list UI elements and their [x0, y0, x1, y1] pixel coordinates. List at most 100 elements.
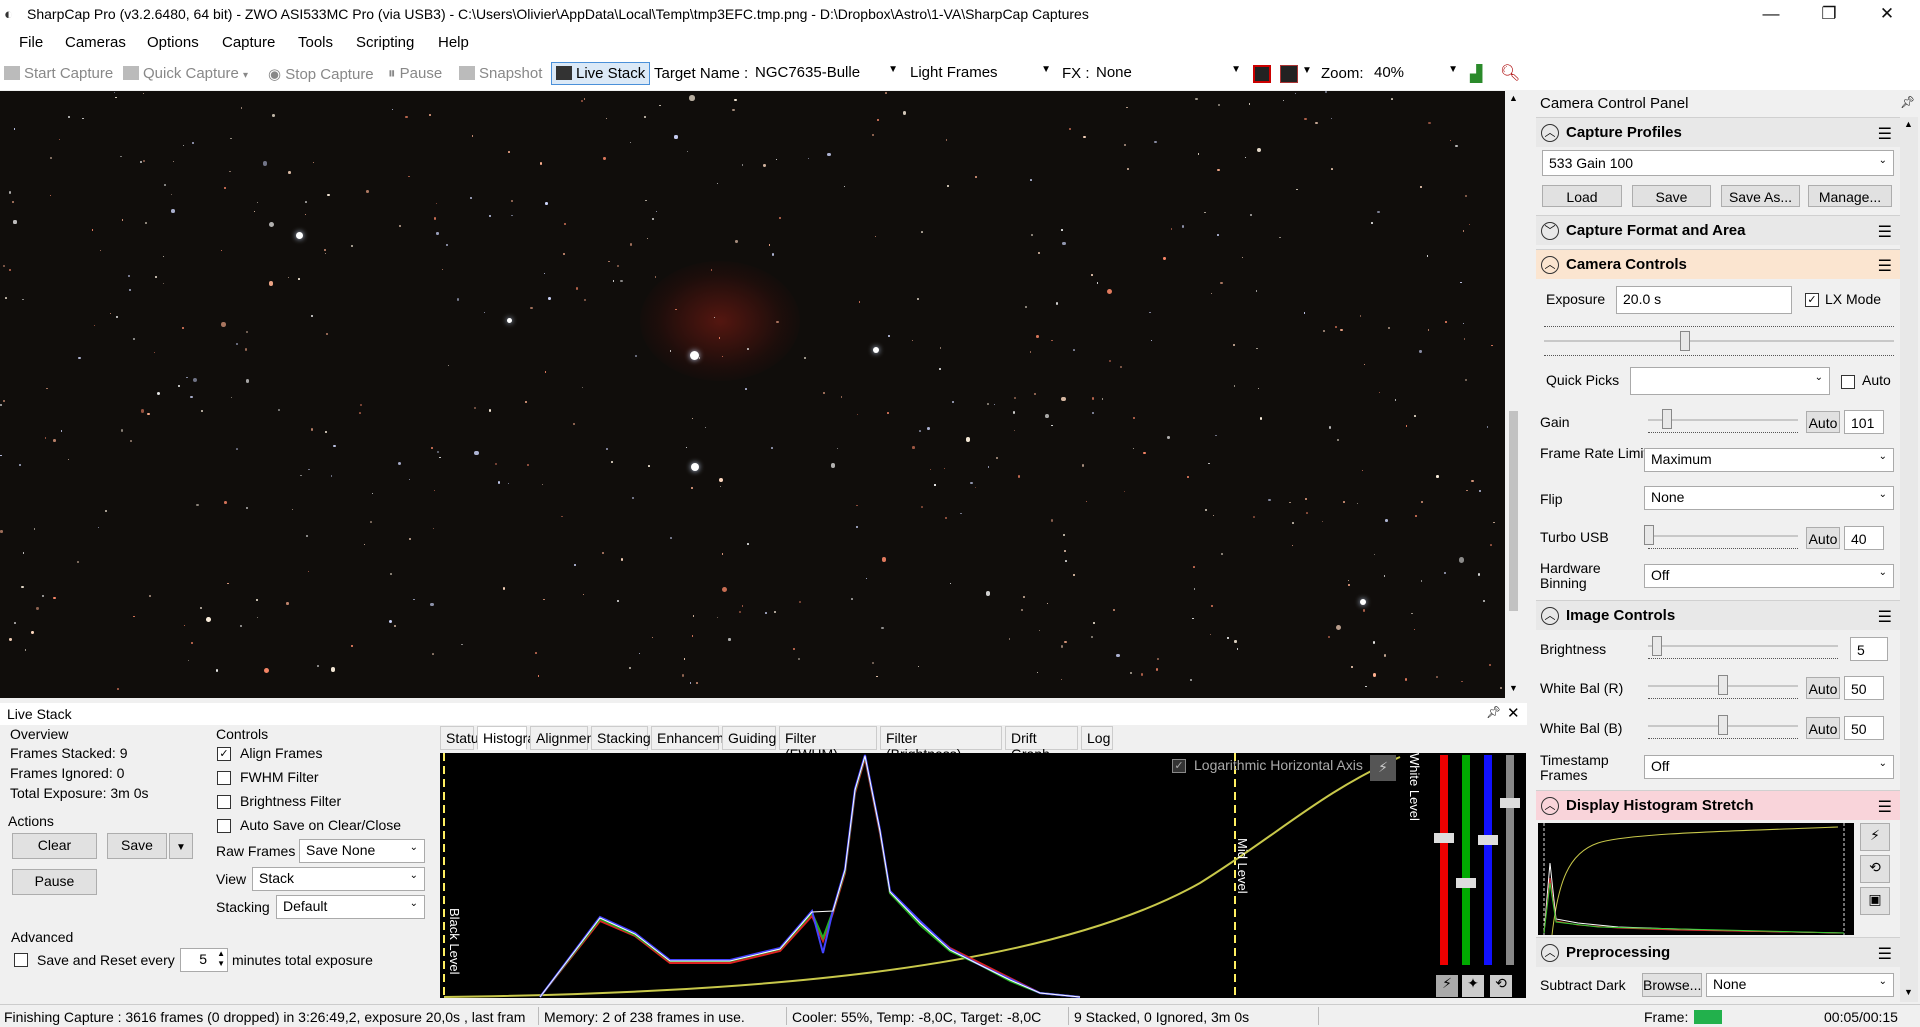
viewer-scrollbar[interactable]: ▲ ▼ — [1505, 91, 1522, 698]
pause-stack-button[interactable]: Pause — [12, 869, 97, 895]
collapse-icon[interactable]: ︿ — [1541, 124, 1559, 142]
menu-options[interactable]: Options — [147, 34, 199, 51]
tab-histogram[interactable]: Histogram — [477, 726, 547, 750]
minimize-button[interactable]: — — [1742, 0, 1800, 30]
lightning-icon[interactable]: ⚡︎ — [1436, 975, 1458, 997]
histogram-icon[interactable]: ▟ — [1470, 64, 1482, 84]
section-display-stretch[interactable]: ︿ Display Histogram Stretch ☰ — [1536, 790, 1900, 820]
menu-help[interactable]: Help — [438, 34, 469, 51]
stop-capture-button[interactable]: ◉ Stop Capture — [268, 65, 374, 83]
turbo-auto-button[interactable]: Auto — [1806, 527, 1840, 549]
reset-stretch-button[interactable]: ⟲ — [1860, 855, 1890, 883]
load-profile-button[interactable]: Load — [1542, 185, 1622, 207]
section-preprocessing[interactable]: ︿ Preprocessing ☰ — [1536, 937, 1900, 967]
tab-enhancement[interactable]: Enhancement — [651, 726, 743, 750]
gain-slider-knob[interactable] — [1662, 409, 1672, 429]
tab-stacking[interactable]: Stacking — [591, 726, 651, 750]
luminance-level-knob[interactable] — [1500, 798, 1520, 808]
wb-r-slider-knob[interactable] — [1718, 675, 1728, 695]
tab-status[interactable]: Status — [440, 726, 486, 750]
luminance-level-bar[interactable] — [1506, 755, 1514, 965]
frame-type-dropdown[interactable]: Light Frames ▼ — [910, 64, 1053, 86]
scroll-down-icon[interactable]: ▼ — [1904, 987, 1913, 997]
green-level-knob[interactable] — [1456, 878, 1476, 888]
menu-icon[interactable]: ☰ — [1878, 607, 1892, 627]
menu-icon[interactable]: ☰ — [1878, 256, 1892, 276]
profile-dropdown[interactable]: 533 Gain 100 ⌄ — [1542, 150, 1894, 176]
menu-cameras[interactable]: Cameras — [65, 34, 126, 51]
brightness-value-input[interactable]: 5 — [1850, 637, 1888, 661]
menu-file[interactable]: File — [19, 34, 43, 51]
section-capture-format[interactable]: ﹀ Capture Format and Area ☰ — [1536, 215, 1900, 245]
target-name-dropdown[interactable]: NGC7635-Bulle ▼ — [755, 64, 900, 86]
close-window-button[interactable]: ✕ — [1858, 0, 1916, 30]
fwhm-filter-checkbox[interactable] — [217, 771, 231, 785]
lx-mode-checkbox[interactable]: ✓ — [1805, 293, 1819, 307]
brightness-slider-knob[interactable] — [1652, 636, 1662, 656]
gain-auto-button[interactable]: Auto — [1806, 411, 1840, 433]
red-level-knob[interactable] — [1434, 833, 1454, 843]
view-dropdown[interactable]: Stack ⌄ — [252, 867, 425, 891]
ccp-scrollbar[interactable]: ▲ ▼ — [1900, 117, 1918, 1002]
save-reset-checkbox[interactable] — [14, 953, 28, 967]
reset-minutes-input[interactable]: 5 ▲ ▼ — [180, 948, 228, 972]
menu-icon[interactable]: ☰ — [1878, 797, 1892, 817]
collapse-icon[interactable]: ︿ — [1541, 607, 1559, 625]
scrollbar-thumb[interactable] — [1509, 411, 1518, 611]
dark-dropdown[interactable]: None ⌄ — [1706, 973, 1894, 997]
brightness-filter-checkbox[interactable] — [217, 795, 231, 809]
raw-frames-dropdown[interactable]: Save None ⌄ — [299, 839, 425, 863]
binning-dropdown[interactable]: Off ⌄ — [1644, 564, 1894, 588]
brightness-slider-track[interactable] — [1648, 645, 1838, 647]
spinner-icon[interactable]: ▲ ▼ — [217, 949, 225, 969]
live-stack-histogram[interactable]: Black Level Mid Level White Level ✓ Loga… — [440, 753, 1450, 998]
menu-icon[interactable]: ☰ — [1878, 944, 1892, 964]
tab-filter-brightness[interactable]: Filter (Brightness) — [880, 726, 1002, 762]
wb-b-slider-knob[interactable] — [1718, 715, 1728, 735]
pin-icon[interactable]: 📌︎ — [1486, 705, 1501, 719]
scroll-down-icon[interactable]: ▼ — [1509, 683, 1518, 693]
menu-scripting[interactable]: Scripting — [356, 34, 414, 51]
exposure-input[interactable]: 20.0 s — [1616, 286, 1792, 314]
gain-value-input[interactable]: 101 — [1844, 410, 1884, 434]
menu-icon[interactable]: ☰ — [1878, 222, 1892, 242]
browse-dark-button[interactable]: Browse... — [1642, 973, 1702, 997]
tab-guiding[interactable]: Guiding — [722, 726, 776, 750]
reset-icon[interactable]: ⟲ — [1490, 975, 1512, 997]
section-camera-controls[interactable]: ︿ Camera Controls ☰ — [1536, 249, 1900, 279]
exposure-slider-track[interactable] — [1544, 340, 1894, 342]
manage-profiles-button[interactable]: Manage... — [1808, 185, 1892, 207]
menu-icon[interactable]: ☰ — [1878, 124, 1892, 144]
star-icon[interactable]: ✦ — [1462, 975, 1484, 997]
grid-overlay-icon[interactable] — [1280, 65, 1298, 83]
fx-dropdown[interactable]: None ▼ — [1096, 64, 1243, 86]
auto-stretch-button[interactable]: ⚡︎ — [1860, 823, 1890, 851]
turbo-slider-knob[interactable] — [1644, 525, 1654, 545]
snapshot-button[interactable]: Snapshot — [459, 65, 542, 82]
chevron-down-icon[interactable]: ▼ — [1302, 65, 1312, 76]
collapse-icon[interactable]: ︿ — [1541, 944, 1559, 962]
start-capture-button[interactable]: Start Capture — [4, 65, 113, 82]
collapse-icon[interactable]: ︿ — [1541, 256, 1559, 274]
restore-button[interactable]: ❐ — [1800, 0, 1858, 30]
live-stack-button[interactable]: Live Stack — [551, 62, 651, 85]
image-viewer[interactable] — [0, 91, 1505, 698]
pin-icon[interactable]: 📌︎ — [1900, 95, 1915, 109]
tab-filter-fwhm[interactable]: Filter (FWHM) — [779, 726, 877, 762]
zoom-dropdown[interactable]: 40% ▼ — [1374, 64, 1460, 86]
blue-level-knob[interactable] — [1478, 835, 1498, 845]
save-options-button[interactable]: ▼ — [169, 833, 193, 859]
close-icon[interactable]: ✕ — [1507, 704, 1520, 722]
lightning-icon[interactable]: ⚡︎ — [1370, 755, 1396, 781]
scroll-up-icon[interactable]: ▲ — [1509, 93, 1518, 103]
tab-drift-graph[interactable]: Drift Graph — [1005, 726, 1078, 762]
align-frames-checkbox[interactable]: ✓ — [217, 747, 231, 761]
expand-icon[interactable]: ﹀ — [1541, 222, 1559, 240]
menu-tools[interactable]: Tools — [298, 34, 333, 51]
section-capture-profiles[interactable]: ︿ Capture Profiles ☰ — [1536, 117, 1900, 147]
save-stack-button[interactable]: Save — [107, 833, 167, 859]
reticle-icon[interactable] — [1253, 65, 1271, 83]
scroll-up-icon[interactable]: ▲ — [1904, 119, 1913, 129]
turbo-value-input[interactable]: 40 — [1844, 526, 1884, 550]
frame-rate-dropdown[interactable]: Maximum ⌄ — [1644, 448, 1894, 472]
